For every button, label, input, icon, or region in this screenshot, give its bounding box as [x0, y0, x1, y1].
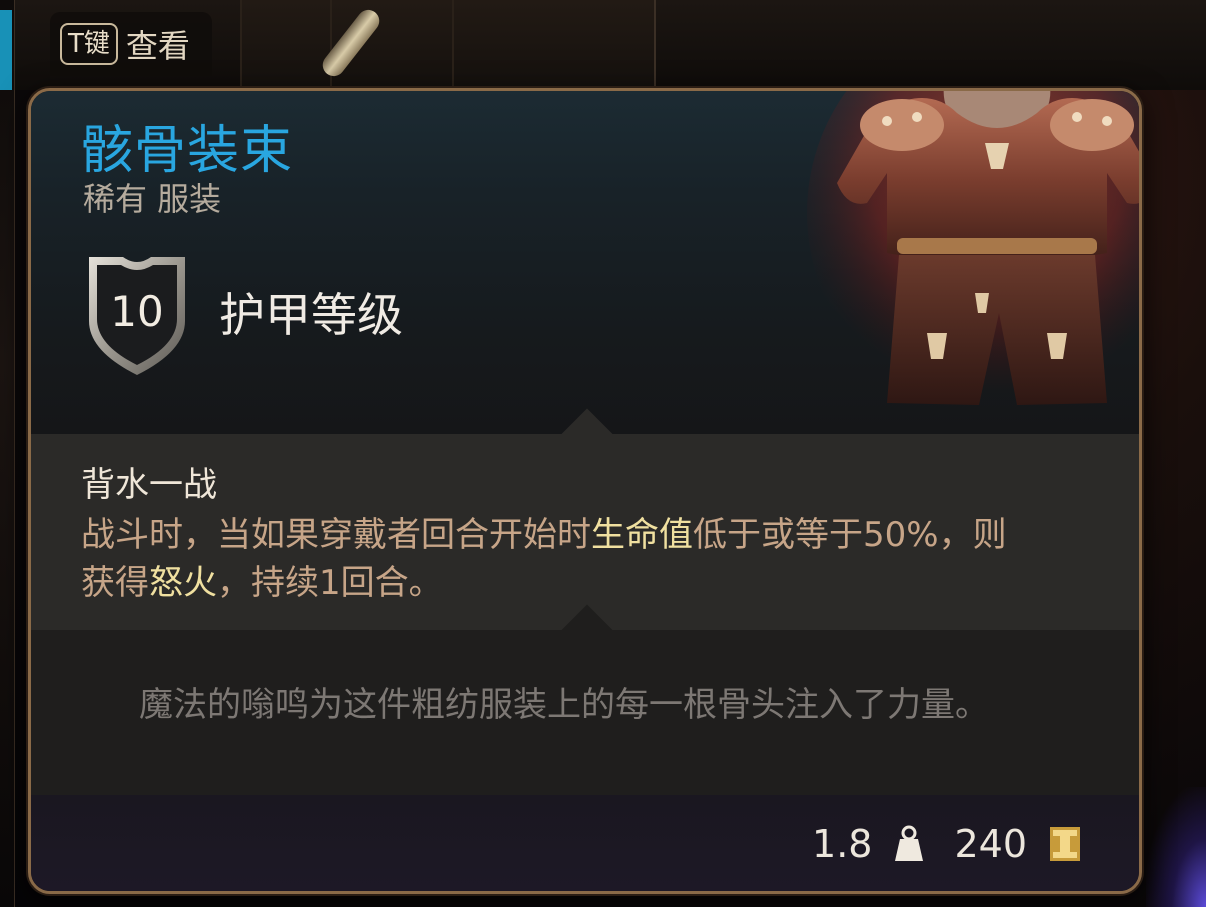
- passive-desc-text: 战斗时，当如果穿戴者回合开始时: [81, 515, 591, 555]
- item-stats-footer: 1.8 240: [812, 821, 1081, 867]
- gold-coin-icon: [1050, 827, 1080, 861]
- item-tooltip: 骸骨装束 稀有 服装 10 护甲等级 背水一战 战斗时，当如果穿戴者回合开始时生…: [28, 88, 1142, 894]
- passive-desc-text: ，持续1回合。: [217, 563, 443, 603]
- keyword-rage[interactable]: 怒火: [149, 563, 217, 603]
- item-weight: 1.8: [812, 822, 873, 866]
- item-name: 骸骨装束: [81, 121, 294, 181]
- passive-name: 背水一战: [81, 465, 217, 505]
- keyword-hitpoints[interactable]: 生命值: [591, 515, 693, 555]
- left-panel-edge: [0, 0, 15, 907]
- weight-icon: [895, 825, 924, 861]
- inventory-slot[interactable]: [240, 0, 334, 86]
- flavor-text: 魔法的嗡鸣为这件粗纺服装上的每一根骨头注入了力量。: [139, 685, 989, 725]
- armor-class-label: 护甲等级: [219, 288, 403, 342]
- background-glow: [1146, 787, 1206, 907]
- examine-hint[interactable]: T键 查看: [50, 12, 212, 76]
- passive-description: 战斗时，当如果穿戴者回合开始时生命值低于或等于50%，则获得怒火，持续1回合。: [81, 511, 1021, 607]
- item-value: 240: [954, 822, 1027, 866]
- bone-robe-armor-icon: [807, 91, 1139, 413]
- t-key-badge: T键: [60, 23, 118, 65]
- inventory-slot[interactable]: [452, 0, 656, 86]
- item-rarity-type: 稀有 服装: [83, 180, 222, 218]
- examine-label: 查看: [125, 27, 190, 65]
- armor-class-value: 10: [110, 287, 164, 336]
- selected-slot-glow: [0, 10, 12, 90]
